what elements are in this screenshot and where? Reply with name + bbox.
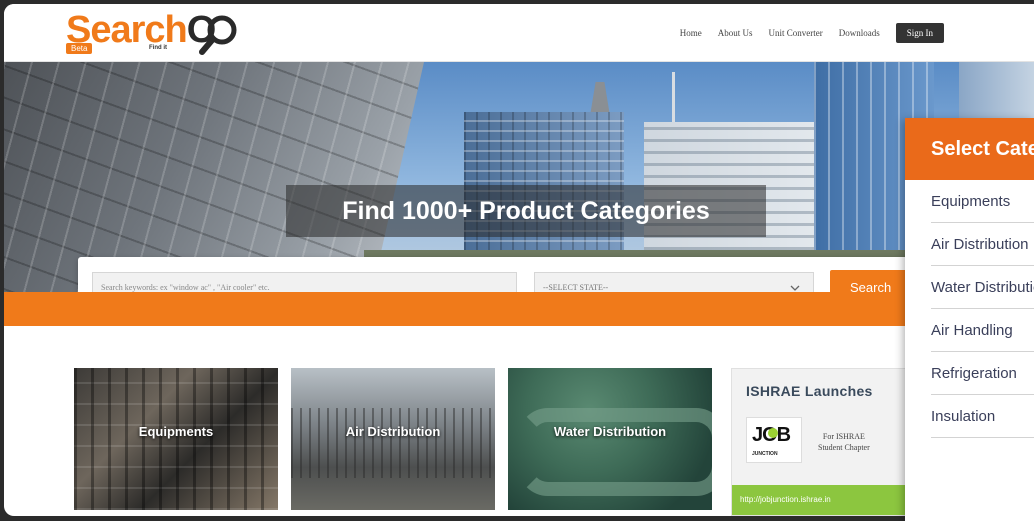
dropdown-item-air-distribution[interactable]: Air Distribution [931,223,1034,266]
job-logo-subtext: JUNCTION [752,451,778,457]
hero-title: Find 1000+ Product Categories [286,185,766,237]
hero-banner: Find 1000+ Product Categories Search key… [4,62,1034,322]
site-header: SearchO Beta Find it Home About Us Unit … [4,4,1034,62]
promo-title: ISHRAE Launches [746,383,873,399]
main-nav: Home About Us Unit Converter Downloads S… [680,23,944,43]
category-tile-label: Air Distribution [345,424,441,439]
category-tile-equipments[interactable]: Equipments [74,368,278,510]
site-logo[interactable]: SearchO Beta Find it [66,10,246,56]
dropdown-item-insulation[interactable]: Insulation [931,395,1034,438]
logo-tagline: Find it [149,45,167,51]
nav-unit-converter[interactable]: Unit Converter [768,28,822,38]
nav-downloads[interactable]: Downloads [839,28,880,38]
dropdown-item-water-distribution[interactable]: Water Distribution [931,266,1034,309]
category-tile-label: Water Distribution [553,424,667,439]
nav-home[interactable]: Home [680,28,702,38]
ishrae-promo-card[interactable]: ISHRAE Launches JOB JUNCTION For ISHRAE … [731,368,909,516]
category-tile-water-distribution[interactable]: Water Distribution [508,368,712,510]
beta-badge: Beta [66,43,93,54]
job-junction-logo: JOB JUNCTION [746,417,802,463]
magnifier-icon [199,15,237,55]
browser-page: SearchO Beta Find it Home About Us Unit … [4,4,1034,516]
category-tile-air-distribution[interactable]: Air Distribution [291,368,495,510]
promo-link[interactable]: http://jobjunction.ishrae.in [732,485,908,515]
nav-about-us[interactable]: About Us [718,28,753,38]
dropdown-title: Select Category [905,118,1034,180]
promo-line: For ISHRAE [822,432,865,441]
sign-in-button[interactable]: Sign In [895,23,944,43]
category-tile-label: Equipments [138,424,214,439]
job-logo-dot [768,428,778,438]
state-select-value: --SELECT STATE-- [543,283,609,292]
dropdown-item-refrigeration[interactable]: Refrigeration [931,352,1034,395]
dropdown-item-air-handling[interactable]: Air Handling [931,309,1034,352]
dropdown-item-equipments[interactable]: Equipments [931,180,1034,223]
promo-line: Student Chapter [818,443,870,452]
orange-divider-bar [4,292,1034,326]
promo-text: For ISHRAE Student Chapter [818,431,870,453]
category-dropdown: Select Category Equipments Air Distribut… [905,118,1034,521]
